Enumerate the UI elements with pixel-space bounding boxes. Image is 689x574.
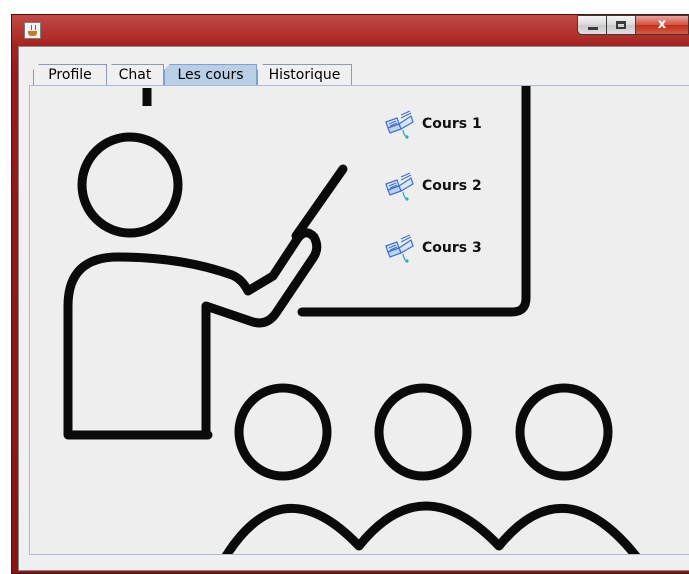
course-item-3[interactable]: Cours 3: [383, 232, 482, 264]
course-label: Cours 3: [422, 240, 482, 256]
java-cup-icon[interactable]: [24, 22, 41, 39]
tab-chat[interactable]: Chat: [106, 64, 164, 86]
course-item-2[interactable]: Cours 2: [383, 170, 482, 202]
tab-profile[interactable]: Profile: [33, 64, 107, 86]
open-book-icon: [385, 234, 414, 263]
student-head-3: [515, 383, 613, 481]
pointer-stick: [291, 164, 348, 241]
open-book-icon: [385, 172, 414, 201]
application-window: x Profile Chat Les cours Historique Cour…: [11, 14, 689, 574]
window-controls: x: [577, 15, 689, 37]
close-icon: x: [657, 17, 667, 32]
student-shoulders: [221, 501, 641, 554]
teacher-head: [77, 132, 183, 238]
course-item-1[interactable]: Cours 1: [383, 108, 482, 140]
maximize-button[interactable]: [607, 15, 636, 35]
courses-panel: Cours 1 Cours 2 Cours 3: [29, 85, 689, 555]
student-head-2: [374, 383, 472, 481]
open-book-icon: [385, 110, 414, 139]
teacher-classroom-illustration: [63, 86, 641, 554]
close-button[interactable]: x: [636, 15, 689, 35]
student-head-1: [234, 383, 332, 481]
teacher-body: [63, 228, 322, 440]
client-area: Profile Chat Les cours Historique Cours …: [18, 46, 689, 571]
title-bar[interactable]: x: [12, 15, 689, 47]
minimize-button[interactable]: [577, 15, 607, 35]
tab-les-cours[interactable]: Les cours: [164, 64, 257, 86]
course-label: Cours 1: [422, 116, 482, 132]
course-label: Cours 2: [422, 178, 482, 194]
tab-historique[interactable]: Historique: [257, 64, 352, 86]
